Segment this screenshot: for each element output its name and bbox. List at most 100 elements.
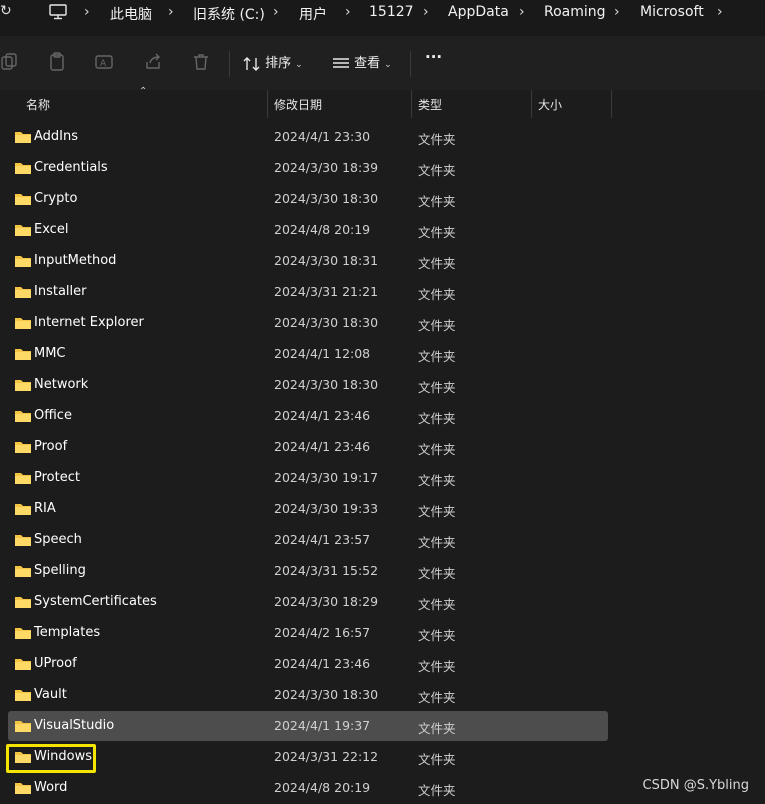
file-row[interactable]: RIA 2024/3/30 19:33 文件夹 xyxy=(8,494,608,524)
breadcrumb-separator-icon[interactable]: › xyxy=(273,4,279,20)
sort-button[interactable]: 排序 ⌄ xyxy=(243,52,303,74)
column-header-size[interactable]: 大小 xyxy=(538,96,562,113)
file-row[interactable]: Network 2024/3/30 18:30 文件夹 xyxy=(8,370,608,400)
file-type: 文件夹 xyxy=(418,535,456,550)
file-date: 2024/4/1 12:08 xyxy=(274,346,371,361)
refresh-icon[interactable]: ↻ xyxy=(0,3,16,25)
file-row[interactable]: Word 2024/4/8 20:19 文件夹 xyxy=(8,773,608,803)
file-row[interactable]: Office 2024/4/1 23:46 文件夹 xyxy=(8,401,608,431)
breadcrumb-users[interactable]: 用户 xyxy=(299,4,327,24)
column-divider[interactable] xyxy=(411,90,412,118)
file-date: 2024/4/1 19:37 xyxy=(274,718,371,733)
folder-icon xyxy=(14,471,32,485)
file-row[interactable]: Protect 2024/3/30 19:17 文件夹 xyxy=(8,463,608,493)
file-name: Spelling xyxy=(34,563,86,578)
file-date: 2024/3/31 15:52 xyxy=(274,563,379,578)
file-row[interactable]: Crypto 2024/3/30 18:30 文件夹 xyxy=(8,184,608,214)
breadcrumb-roaming[interactable]: Roaming xyxy=(544,4,606,20)
file-row[interactable]: Windows 2024/3/31 22:12 文件夹 xyxy=(8,742,608,772)
folder-icon xyxy=(14,595,32,609)
file-date: 2024/4/8 20:19 xyxy=(274,222,371,237)
sort-ascending-icon: ⌃ xyxy=(139,86,148,97)
folder-icon xyxy=(14,657,32,671)
breadcrumb-separator-icon[interactable]: › xyxy=(345,4,351,20)
breadcrumb-microsoft[interactable]: Microsoft xyxy=(640,4,704,20)
file-date: 2024/4/2 16:57 xyxy=(274,625,371,640)
file-row[interactable]: Proof 2024/4/1 23:46 文件夹 xyxy=(8,432,608,462)
folder-icon xyxy=(14,378,32,392)
highlight-box xyxy=(6,744,96,773)
chevron-down-icon: ⌄ xyxy=(384,60,392,70)
file-date: 2024/4/1 23:46 xyxy=(274,656,371,671)
column-divider[interactable] xyxy=(267,90,268,118)
folder-icon xyxy=(14,285,32,299)
view-icon xyxy=(333,57,349,68)
view-button[interactable]: 查看 ⌄ xyxy=(332,52,392,74)
file-name: UProof xyxy=(34,656,77,671)
file-date: 2024/4/1 23:30 xyxy=(274,129,371,144)
column-divider[interactable] xyxy=(531,90,532,118)
file-row[interactable]: VisualStudio 2024/4/1 19:37 文件夹 xyxy=(8,711,608,741)
file-type: 文件夹 xyxy=(418,783,456,798)
breadcrumb-separator-icon[interactable]: › xyxy=(614,4,620,20)
column-header-date[interactable]: 修改日期 xyxy=(274,96,322,113)
file-row[interactable]: InputMethod 2024/3/30 18:31 文件夹 xyxy=(8,246,608,276)
breadcrumb-separator-icon[interactable]: › xyxy=(84,4,90,20)
file-row[interactable]: SystemCertificates 2024/3/30 18:29 文件夹 xyxy=(8,587,608,617)
file-date: 2024/3/30 18:30 xyxy=(274,191,379,206)
share-icon[interactable] xyxy=(143,52,163,72)
breadcrumb-drive-c[interactable]: 旧系统 (C:) xyxy=(193,4,265,24)
folder-icon xyxy=(14,130,32,144)
file-row[interactable]: Internet Explorer 2024/3/30 18:30 文件夹 xyxy=(8,308,608,338)
file-row[interactable]: Templates 2024/4/2 16:57 文件夹 xyxy=(8,618,608,648)
file-row[interactable]: AddIns 2024/4/1 23:30 文件夹 xyxy=(8,122,608,152)
file-row[interactable]: Speech 2024/4/1 23:57 文件夹 xyxy=(8,525,608,555)
rename-icon[interactable]: A xyxy=(94,52,114,72)
toolbar-divider xyxy=(229,51,230,77)
file-type: 文件夹 xyxy=(418,473,456,488)
more-options-button[interactable]: ··· xyxy=(425,48,442,70)
breadcrumb-separator-icon[interactable]: › xyxy=(423,4,429,20)
copy-icon[interactable] xyxy=(0,52,20,72)
column-divider[interactable] xyxy=(611,90,612,118)
folder-icon xyxy=(14,688,32,702)
sort-icon xyxy=(243,56,260,71)
column-header-row: ⌃ 名称 修改日期 类型 大小 xyxy=(0,86,765,118)
file-date: 2024/3/30 18:29 xyxy=(274,594,379,609)
svg-text:A: A xyxy=(100,59,107,69)
file-name: Crypto xyxy=(34,191,78,206)
folder-icon xyxy=(14,502,32,516)
breadcrumb-separator-icon[interactable]: › xyxy=(519,4,525,20)
file-type: 文件夹 xyxy=(418,752,456,767)
breadcrumb-appdata[interactable]: AppData xyxy=(448,4,509,20)
file-row[interactable]: UProof 2024/4/1 23:46 文件夹 xyxy=(8,649,608,679)
file-row[interactable]: Vault 2024/3/30 18:30 文件夹 xyxy=(8,680,608,710)
file-type: 文件夹 xyxy=(418,349,456,364)
file-row[interactable]: Excel 2024/4/8 20:19 文件夹 xyxy=(8,215,608,245)
file-name: VisualStudio xyxy=(34,718,115,733)
file-name: Office xyxy=(34,408,72,423)
column-header-type[interactable]: 类型 xyxy=(418,96,442,113)
breadcrumb-this-pc[interactable]: 此电脑 xyxy=(110,4,152,24)
toolbar-divider xyxy=(410,51,411,77)
delete-icon[interactable] xyxy=(191,52,211,72)
file-name: InputMethod xyxy=(34,253,117,268)
column-header-name[interactable]: 名称 xyxy=(26,96,50,113)
breadcrumb-user[interactable]: 15127 xyxy=(369,4,414,20)
file-row[interactable]: Installer 2024/3/31 21:21 文件夹 xyxy=(8,277,608,307)
chevron-down-icon: ⌄ xyxy=(295,60,303,70)
file-type: 文件夹 xyxy=(418,628,456,643)
file-type: 文件夹 xyxy=(418,287,456,302)
sort-label: 排序 xyxy=(265,56,292,71)
file-row[interactable]: Credentials 2024/3/30 18:39 文件夹 xyxy=(8,153,608,183)
this-pc-icon[interactable] xyxy=(48,4,68,20)
file-date: 2024/3/30 18:30 xyxy=(274,315,379,330)
breadcrumb-expand-icon[interactable]: › xyxy=(717,4,723,20)
file-row[interactable]: MMC 2024/4/1 12:08 文件夹 xyxy=(8,339,608,369)
file-name: Templates xyxy=(34,625,101,640)
file-name: Protect xyxy=(34,470,80,485)
file-name: Credentials xyxy=(34,160,108,175)
breadcrumb-separator-icon[interactable]: › xyxy=(168,4,174,20)
file-row[interactable]: Spelling 2024/3/31 15:52 文件夹 xyxy=(8,556,608,586)
paste-icon[interactable] xyxy=(47,52,67,72)
